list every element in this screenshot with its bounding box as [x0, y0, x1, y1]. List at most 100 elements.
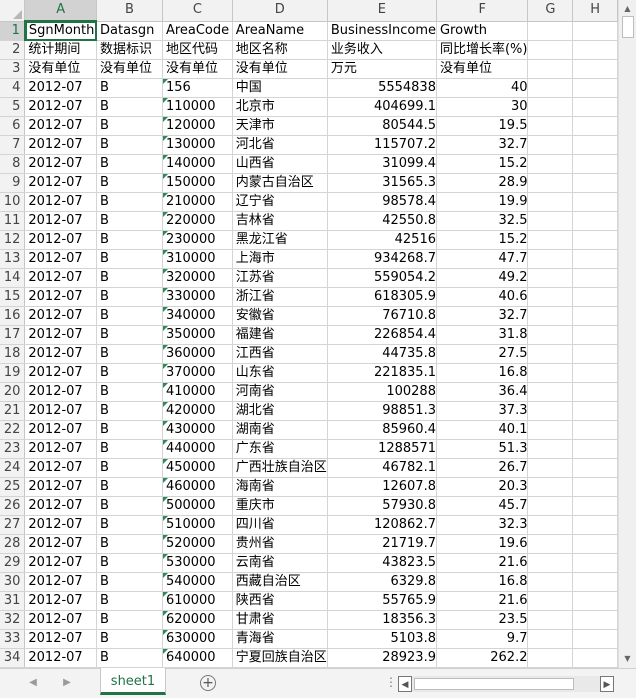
cell-b21[interactable]: B	[96, 401, 163, 421]
row-header[interactable]: 32	[0, 610, 26, 630]
cell-f6[interactable]: 19.5	[436, 116, 529, 136]
cell-b19[interactable]: B	[96, 363, 163, 383]
row-header[interactable]: 24	[0, 458, 26, 478]
cell-d2[interactable]: 地区名称	[232, 40, 328, 60]
cell-h12[interactable]	[572, 230, 618, 250]
cell-f26[interactable]: 45.7	[436, 496, 529, 516]
cell-a30[interactable]: 2012-07	[24, 572, 98, 592]
cell-g31[interactable]	[527, 591, 574, 611]
cell-c5[interactable]: 110000	[162, 97, 233, 117]
cell-c28[interactable]: 520000	[162, 534, 233, 554]
cell-b24[interactable]: B	[96, 458, 163, 478]
cell-h9[interactable]	[572, 173, 618, 193]
cell-c26[interactable]: 500000	[162, 496, 233, 516]
cell-h14[interactable]	[572, 268, 618, 288]
cell-f16[interactable]: 32.7	[436, 306, 529, 326]
cell-h19[interactable]	[572, 363, 618, 383]
cell-g22[interactable]	[527, 420, 574, 440]
row-header[interactable]: 26	[0, 496, 26, 516]
cell-h2[interactable]	[572, 40, 618, 60]
cell-d26[interactable]: 重庆市	[232, 496, 328, 516]
cell-b23[interactable]: B	[96, 439, 163, 459]
cell-b22[interactable]: B	[96, 420, 163, 440]
row-header[interactable]: 29	[0, 553, 26, 573]
cell-e4[interactable]: 5554838	[327, 78, 437, 98]
cell-g33[interactable]	[527, 629, 574, 649]
tab-next-icon[interactable]: ▶	[60, 675, 74, 691]
cell-c8[interactable]: 140000	[162, 154, 233, 174]
vertical-scrollbar[interactable]: ▲ ▼	[618, 0, 636, 668]
cell-a6[interactable]: 2012-07	[24, 116, 98, 136]
cell-c32[interactable]: 620000	[162, 610, 233, 630]
column-header-f[interactable]: F	[436, 0, 529, 22]
cell-b11[interactable]: B	[96, 211, 163, 231]
cell-f34[interactable]: 262.2	[436, 648, 529, 668]
cell-b9[interactable]: B	[96, 173, 163, 193]
cell-f8[interactable]: 15.2	[436, 154, 529, 174]
cell-h32[interactable]	[572, 610, 618, 630]
cell-d6[interactable]: 天津市	[232, 116, 328, 136]
cell-d14[interactable]: 江苏省	[232, 268, 328, 288]
cell-d3[interactable]: 没有单位	[232, 59, 328, 79]
cell-c33[interactable]: 630000	[162, 629, 233, 649]
sheet-tab-sheet1[interactable]: sheet1	[100, 668, 166, 695]
cell-f7[interactable]: 32.7	[436, 135, 529, 155]
cell-d21[interactable]: 湖北省	[232, 401, 328, 421]
cell-a27[interactable]: 2012-07	[24, 515, 98, 535]
cell-d7[interactable]: 河北省	[232, 135, 328, 155]
cell-a26[interactable]: 2012-07	[24, 496, 98, 516]
cell-a33[interactable]: 2012-07	[24, 629, 98, 649]
cell-d15[interactable]: 浙江省	[232, 287, 328, 307]
cell-g21[interactable]	[527, 401, 574, 421]
scroll-up-icon[interactable]: ▲	[619, 2, 636, 16]
cell-h27[interactable]	[572, 515, 618, 535]
cell-a19[interactable]: 2012-07	[24, 363, 98, 383]
cell-d17[interactable]: 福建省	[232, 325, 328, 345]
cell-e29[interactable]: 43823.5	[327, 553, 437, 573]
cell-g9[interactable]	[527, 173, 574, 193]
cell-d23[interactable]: 广东省	[232, 439, 328, 459]
cell-b32[interactable]: B	[96, 610, 163, 630]
cell-h21[interactable]	[572, 401, 618, 421]
cell-f14[interactable]: 49.2	[436, 268, 529, 288]
cell-g6[interactable]	[527, 116, 574, 136]
cell-e20[interactable]: 100288	[327, 382, 437, 402]
cell-h7[interactable]	[572, 135, 618, 155]
cell-g28[interactable]	[527, 534, 574, 554]
cell-e17[interactable]: 226854.4	[327, 325, 437, 345]
cell-h28[interactable]	[572, 534, 618, 554]
cell-c6[interactable]: 120000	[162, 116, 233, 136]
cell-d20[interactable]: 河南省	[232, 382, 328, 402]
cell-h30[interactable]	[572, 572, 618, 592]
cell-f2[interactable]: 同比增长率(%)	[436, 40, 529, 60]
cell-f15[interactable]: 40.6	[436, 287, 529, 307]
cell-b28[interactable]: B	[96, 534, 163, 554]
cell-c2[interactable]: 地区代码	[162, 40, 233, 60]
cell-c12[interactable]: 230000	[162, 230, 233, 250]
row-header[interactable]: 18	[0, 344, 26, 364]
cell-c19[interactable]: 370000	[162, 363, 233, 383]
cell-f21[interactable]: 37.3	[436, 401, 529, 421]
column-header-h[interactable]: H	[572, 0, 618, 22]
cell-f18[interactable]: 27.5	[436, 344, 529, 364]
cell-b2[interactable]: 数据标识	[96, 40, 163, 60]
cell-d1[interactable]: AreaName	[232, 21, 328, 41]
cell-e7[interactable]: 115707.2	[327, 135, 437, 155]
cell-e22[interactable]: 85960.4	[327, 420, 437, 440]
cell-e21[interactable]: 98851.3	[327, 401, 437, 421]
cell-e15[interactable]: 618305.9	[327, 287, 437, 307]
row-header[interactable]: 6	[0, 116, 26, 136]
cell-c9[interactable]: 150000	[162, 173, 233, 193]
cell-b5[interactable]: B	[96, 97, 163, 117]
cell-f25[interactable]: 20.3	[436, 477, 529, 497]
cell-c14[interactable]: 320000	[162, 268, 233, 288]
cell-d24[interactable]: 广西壮族自治区	[232, 458, 328, 478]
cell-e2[interactable]: 业务收入	[327, 40, 437, 60]
cell-d9[interactable]: 内蒙古自治区	[232, 173, 328, 193]
cell-a23[interactable]: 2012-07	[24, 439, 98, 459]
cell-f22[interactable]: 40.1	[436, 420, 529, 440]
cell-b16[interactable]: B	[96, 306, 163, 326]
cell-a22[interactable]: 2012-07	[24, 420, 98, 440]
cell-h6[interactable]	[572, 116, 618, 136]
cell-e27[interactable]: 120862.7	[327, 515, 437, 535]
